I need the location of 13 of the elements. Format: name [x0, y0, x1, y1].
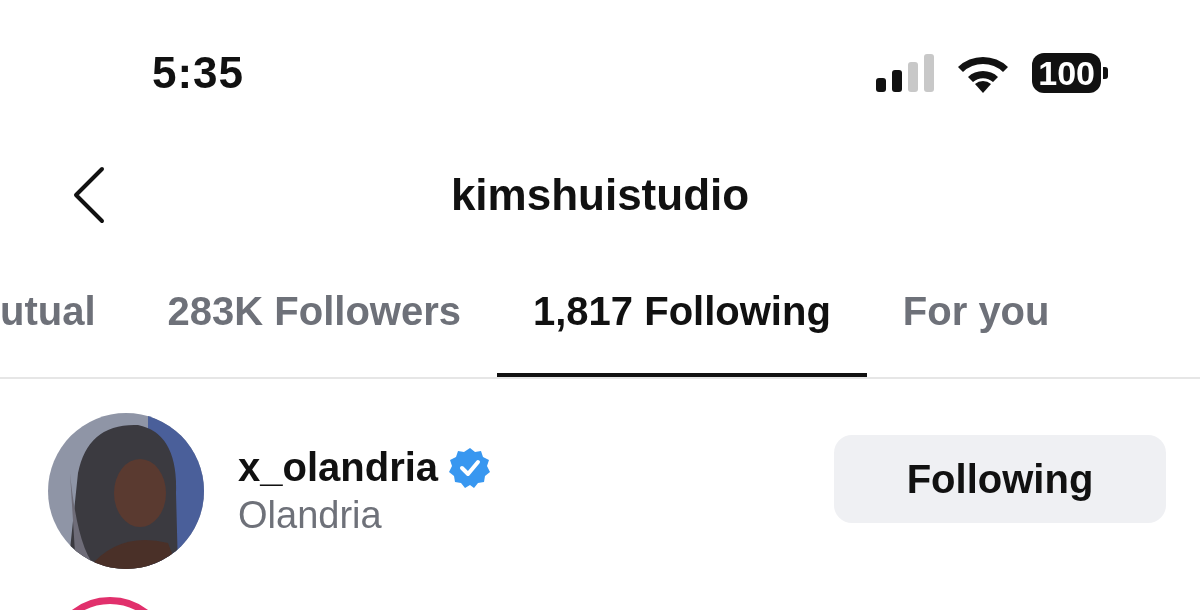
tab[interactable]: 283K Followers — [131, 245, 497, 377]
tab[interactable]: utual — [0, 245, 132, 377]
following-button[interactable]: Following — [834, 435, 1166, 523]
clock-time: 5:35 — [152, 47, 245, 98]
tab[interactable]: 1,817 Following — [497, 245, 867, 377]
username[interactable]: x_olandria — [238, 445, 439, 490]
signal-icon — [876, 53, 935, 92]
tab[interactable]: For you — [866, 245, 1086, 377]
display-name: Olandria — [238, 494, 383, 537]
profile-title: kimshuistudio — [450, 170, 750, 220]
battery-level: 100 — [1032, 52, 1101, 93]
back-icon[interactable] — [72, 166, 106, 224]
battery-tip-icon — [1103, 66, 1108, 79]
